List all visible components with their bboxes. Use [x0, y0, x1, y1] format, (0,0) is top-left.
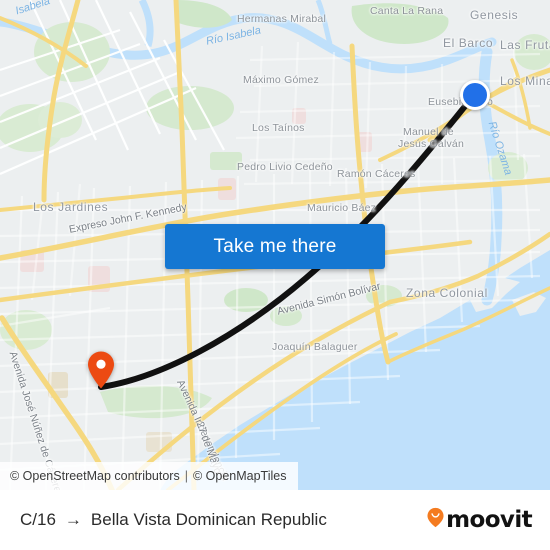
map-canvas[interactable]: Isabela Hermanas Mirabal Canta La Rana Gene… [0, 0, 550, 490]
moovit-wordmark: moovit [446, 507, 532, 533]
moovit-pin-icon [427, 507, 444, 533]
take-me-there-button[interactable]: Take me there [165, 224, 385, 269]
route-origin-label: C/16 [20, 510, 56, 529]
attribution-separator: | [184, 469, 188, 483]
origin-marker[interactable] [87, 351, 115, 389]
moovit-logo[interactable]: moovit [427, 507, 533, 533]
footer-bar: C/16 → Bella Vista Dominican Republic mo… [0, 490, 550, 550]
route-summary: C/16 → Bella Vista Dominican Republic [20, 510, 417, 530]
route-destination-label: Bella Vista Dominican Republic [90, 510, 327, 529]
attribution-openmaptiles[interactable]: © OpenMapTiles [193, 469, 287, 483]
attribution-osm[interactable]: © OpenStreetMap contributors [10, 469, 180, 483]
destination-marker[interactable] [460, 80, 490, 110]
moovit-route-preview: Isabela Hermanas Mirabal Canta La Rana Gene… [0, 0, 550, 550]
map-attribution: © OpenStreetMap contributors | © OpenMap… [0, 462, 299, 490]
arrow-right-icon: → [64, 510, 82, 529]
